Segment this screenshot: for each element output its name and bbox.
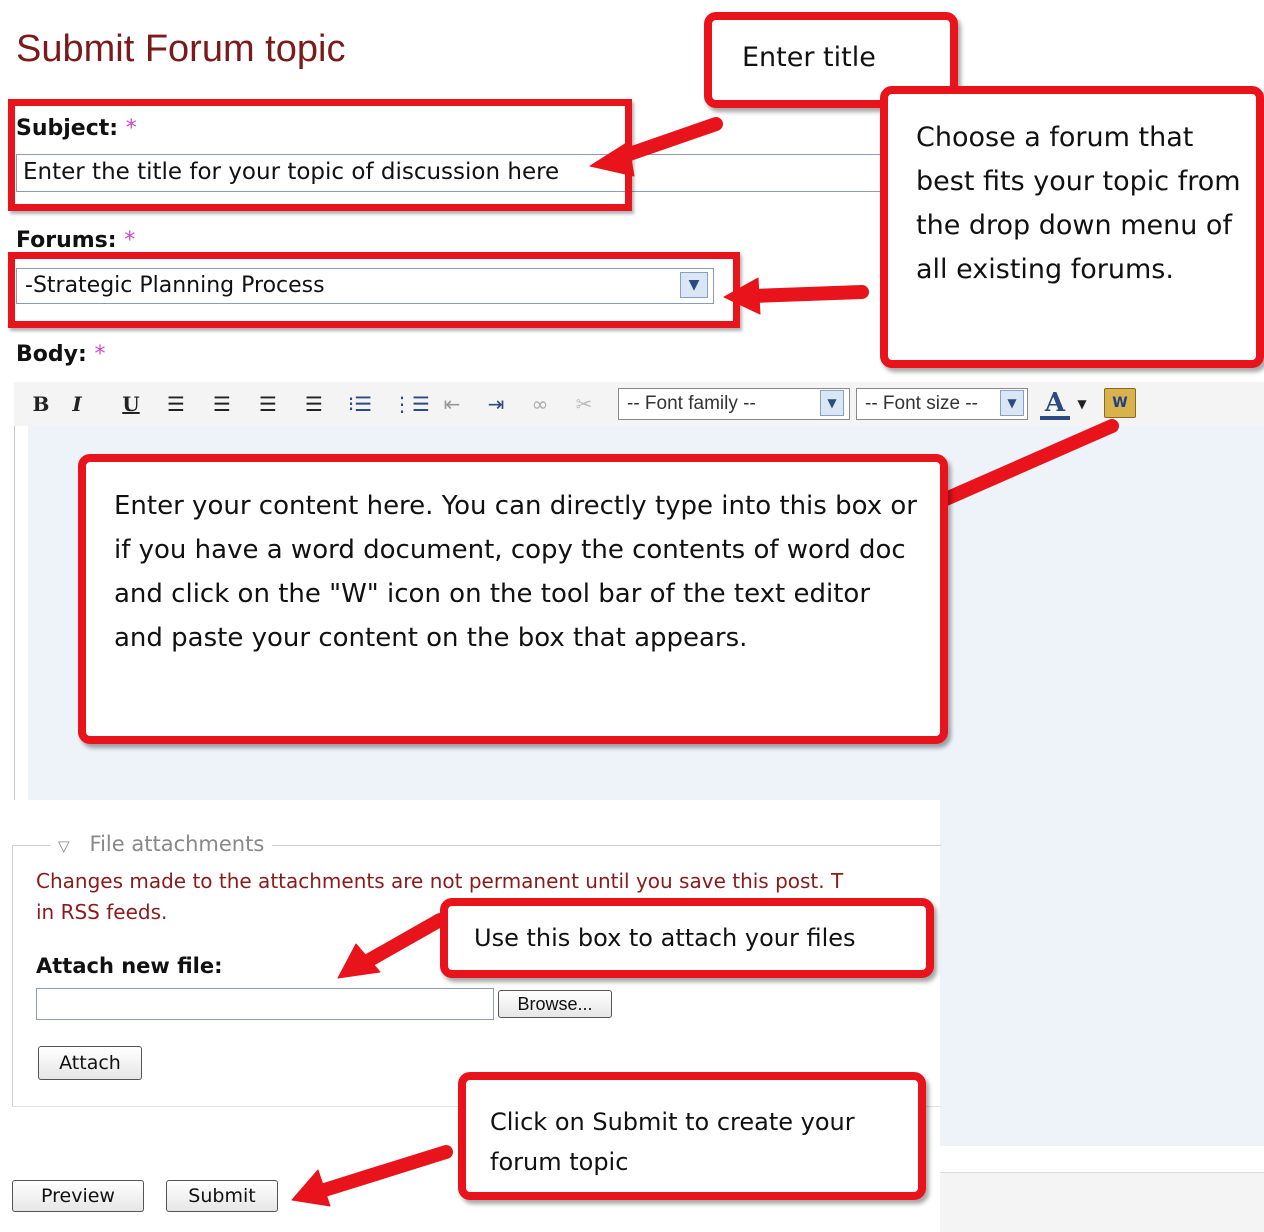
callout-text: Click on Submit to create your forum top…: [490, 1108, 855, 1176]
arrow-to-forums: [745, 285, 869, 303]
callout-text: Choose a forum that best fits your topic…: [916, 122, 1241, 285]
callout-attach-files: Use this box to attach your files: [440, 898, 934, 978]
callout-submit: Click on Submit to create your forum top…: [458, 1072, 926, 1200]
arrow-to-attach: [359, 913, 447, 969]
arrow-to-subject: [611, 117, 723, 165]
callout-choose-forum: Choose a forum that best fits your topic…: [880, 86, 1264, 368]
callout-body-content: Enter your content here. You can directl…: [78, 454, 948, 744]
arrow-head: [291, 1169, 331, 1207]
arrow-head: [589, 141, 635, 177]
callout-text: Enter title: [742, 42, 876, 73]
callout-text: Use this box to attach your files: [474, 924, 856, 952]
arrow-head: [723, 277, 761, 315]
callout-text: Enter your content here. You can directl…: [114, 491, 917, 653]
arrow-to-submit: [311, 1145, 453, 1199]
